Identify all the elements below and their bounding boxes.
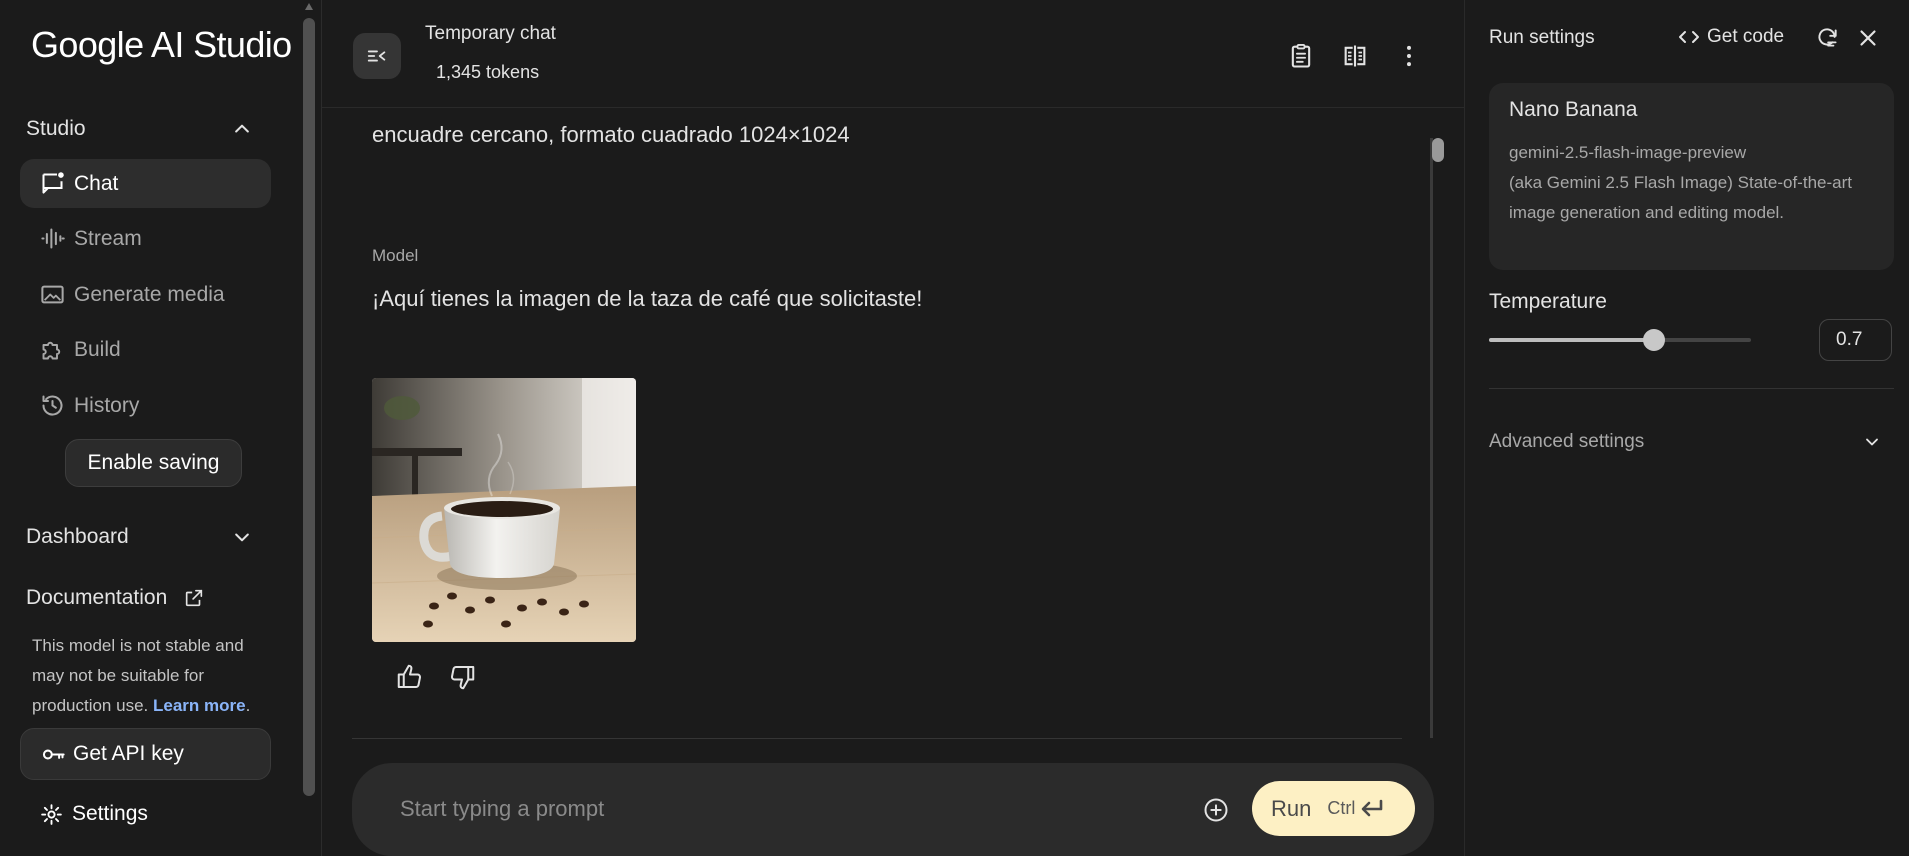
- settings-button[interactable]: Settings: [20, 790, 271, 838]
- model-description: gemini-2.5-flash-image-preview (aka Gemi…: [1509, 138, 1859, 228]
- close-icon[interactable]: [1855, 25, 1881, 51]
- sidebar-item-stream[interactable]: Stream: [20, 214, 271, 263]
- token-count: 1,345 tokens: [436, 62, 540, 82]
- unstable-model-notice: This model is not stable and may not be …: [32, 631, 267, 721]
- waveform-icon: [41, 228, 65, 249]
- model-name: Nano Banana: [1509, 98, 1638, 121]
- chevron-up-icon: [235, 124, 249, 133]
- notice-period: .: [245, 696, 251, 715]
- sidebar-item-label: History: [74, 393, 140, 417]
- model-label: Model: [372, 246, 419, 265]
- get-code-button[interactable]: Get code: [1677, 25, 1784, 49]
- run-button[interactable]: Run Ctrl: [1252, 781, 1415, 836]
- dashboard-section-toggle[interactable]: Dashboard: [26, 517, 258, 557]
- image-icon: [41, 285, 64, 304]
- settings-label: Settings: [72, 802, 148, 825]
- gear-icon: [41, 803, 62, 825]
- left-sidebar: Google AI Studio Studio Chat Stream Gene…: [0, 0, 322, 856]
- temperature-label: Temperature: [1489, 290, 1607, 313]
- chat-header: Temporary chat 1,345 tokens: [322, 0, 1464, 108]
- user-message-text: encuadre cercano, formato cuadrado 1024×…: [372, 122, 850, 147]
- chat-scroll-track: [1430, 138, 1433, 738]
- chat-divider: [352, 738, 1402, 739]
- temperature-slider[interactable]: [1489, 329, 1751, 351]
- prompt-input[interactable]: [400, 789, 1180, 829]
- clipboard-icon[interactable]: [1287, 42, 1315, 70]
- chat-bubble-icon: [42, 172, 64, 194]
- thumbs-down-icon[interactable]: [447, 662, 477, 692]
- get-api-key-button[interactable]: Get API key: [20, 728, 271, 780]
- puzzle-icon: [42, 341, 61, 360]
- sidebar-item-build[interactable]: Build: [20, 325, 271, 374]
- chat-scrollbar[interactable]: [1432, 138, 1444, 162]
- reset-settings-icon[interactable]: [1814, 25, 1840, 51]
- coffee-cup-image: [372, 378, 636, 642]
- enter-key-icon: [1362, 799, 1383, 816]
- toggle-sidebar-button[interactable]: [353, 33, 401, 79]
- add-media-icon[interactable]: [1202, 796, 1230, 824]
- sidebar-item-label: Stream: [74, 226, 142, 250]
- model-desc-text: (aka Gemini 2.5 Flash Image) State-of-th…: [1509, 173, 1852, 222]
- documentation-link[interactable]: Documentation: [26, 578, 205, 618]
- advanced-settings-toggle[interactable]: Advanced settings: [1489, 424, 1894, 460]
- more-vert-icon[interactable]: [1395, 42, 1423, 70]
- run-settings-title: Run settings: [1489, 27, 1595, 48]
- enable-saving-button[interactable]: Enable saving: [65, 439, 242, 487]
- sidebar-item-history[interactable]: History: [20, 381, 271, 430]
- history-icon: [42, 395, 63, 416]
- run-settings-panel: Run settings Get code Nano Banana gemini…: [1464, 0, 1909, 856]
- advanced-settings-label: Advanced settings: [1489, 431, 1645, 452]
- chevron-down-icon: [1866, 438, 1878, 446]
- run-label: Run: [1271, 795, 1312, 821]
- main-chat-area: Temporary chat 1,345 tokens encuadre cer…: [322, 0, 1464, 856]
- documentation-label: Documentation: [26, 586, 168, 609]
- key-icon: [42, 749, 65, 759]
- sidebar-item-label: Generate media: [74, 282, 225, 306]
- model-id: gemini-2.5-flash-image-preview: [1509, 143, 1747, 162]
- temperature-input[interactable]: 0.7: [1819, 319, 1892, 361]
- model-message-text: ¡Aquí tienes la imagen de la taza de caf…: [372, 286, 923, 311]
- studio-section-toggle[interactable]: Studio: [26, 109, 258, 149]
- chat-messages: encuadre cercano, formato cuadrado 1024×…: [322, 108, 1464, 740]
- get-api-key-label: Get API key: [73, 742, 184, 765]
- thumbs-up-icon[interactable]: [395, 662, 425, 692]
- chat-title: Temporary chat: [425, 23, 556, 44]
- temperature-slider-thumb[interactable]: [1643, 329, 1666, 351]
- app-logo[interactable]: Google AI Studio: [31, 24, 292, 66]
- sidebar-item-generate-media[interactable]: Generate media: [20, 270, 271, 319]
- learn-more-link[interactable]: Learn more: [153, 696, 246, 715]
- sidebar-item-label: Chat: [74, 171, 119, 195]
- code-icon: [1679, 31, 1699, 43]
- sidebar-scrollbar[interactable]: [303, 18, 315, 796]
- temperature-slider-fill: [1489, 338, 1655, 342]
- scroll-up-arrow-icon[interactable]: [303, 0, 315, 12]
- model-selector-card[interactable]: Nano Banana gemini-2.5-flash-image-previ…: [1489, 83, 1894, 270]
- get-code-label: Get code: [1707, 26, 1785, 47]
- compare-icon[interactable]: [1341, 42, 1369, 70]
- chevron-down-icon: [235, 533, 249, 542]
- dashboard-header: Dashboard: [26, 525, 129, 548]
- generated-coffee-cup-image[interactable]: [372, 378, 636, 642]
- studio-header: Studio: [26, 117, 86, 140]
- sidebar-item-chat[interactable]: Chat: [20, 159, 271, 208]
- settings-divider: [1489, 388, 1894, 389]
- sidebar-item-label: Build: [74, 337, 121, 361]
- toggle-sidebar-icon: [367, 50, 386, 62]
- run-shortcut: Ctrl: [1327, 798, 1356, 818]
- external-link-icon: [186, 589, 203, 607]
- prompt-bar: Run Ctrl: [352, 763, 1434, 856]
